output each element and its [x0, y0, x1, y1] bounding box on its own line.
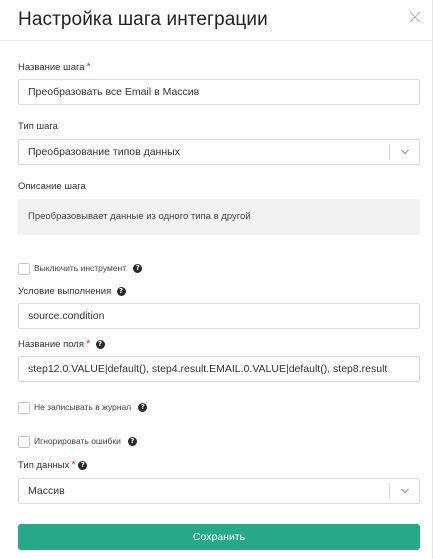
required-mark: *: [86, 61, 91, 73]
ignore-errors-label: Игнорировать ошибки ?: [34, 436, 137, 447]
step-name-input[interactable]: Преобразовать все Email в Массив: [18, 79, 420, 105]
required-mark: *: [71, 459, 76, 471]
step-type-select[interactable]: Преобразование типов данных: [18, 139, 420, 165]
step-type-label: Тип шага: [18, 121, 58, 132]
select-separator: [389, 483, 390, 499]
select-separator: [389, 144, 390, 160]
chevron-down-icon[interactable]: [400, 486, 410, 496]
no-log-label-text: Не записывать в журнал: [34, 402, 132, 412]
help-icon[interactable]: ?: [127, 437, 137, 447]
chevron-down-icon[interactable]: [400, 147, 410, 157]
ignore-errors-checkbox[interactable]: [18, 436, 30, 448]
disable-tool-label-text: Выключить инструмент: [34, 263, 127, 273]
close-icon[interactable]: [406, 8, 424, 26]
dialog-header: Настройка шага интеграции: [0, 0, 433, 41]
condition-label: Условие выполнения ?: [18, 286, 126, 297]
step-name-label-text: Название шага: [18, 62, 85, 73]
integration-step-dialog: Настройка шага интеграции Название шага *…: [0, 0, 433, 559]
step-type-value: Преобразование типов данных: [28, 146, 180, 158]
ignore-errors-label-text: Игнорировать ошибки: [34, 436, 121, 446]
no-log-label: Не записывать в журнал ?: [34, 402, 148, 413]
step-name-label: Название шага *: [18, 61, 91, 73]
help-icon[interactable]: ?: [95, 339, 105, 349]
step-description-label: Описание шага: [18, 181, 86, 192]
disable-tool-checkbox[interactable]: [18, 263, 30, 275]
save-button[interactable]: Сохранить: [18, 524, 420, 550]
data-type-select[interactable]: Массив: [18, 478, 420, 504]
field-name-label: Название поля * ?: [18, 338, 105, 350]
help-icon[interactable]: ?: [116, 286, 126, 296]
help-icon[interactable]: ?: [138, 403, 148, 413]
condition-label-text: Условие выполнения: [18, 286, 112, 297]
condition-input[interactable]: source.condition: [18, 303, 420, 329]
field-name-input[interactable]: step12.0.VALUE|default(), step4.result.E…: [18, 356, 420, 382]
dialog-title: Настройка шага интеграции: [18, 9, 268, 30]
help-icon[interactable]: ?: [133, 264, 143, 274]
data-type-value: Массив: [28, 485, 65, 497]
step-description: Преобразовывает данные из одного типа в …: [18, 199, 420, 235]
no-log-checkbox[interactable]: [18, 402, 30, 414]
disable-tool-label: Выключить инструмент ?: [34, 263, 143, 274]
required-mark: *: [86, 338, 91, 350]
data-type-label-text: Тип данных: [18, 460, 70, 471]
help-icon[interactable]: ?: [78, 460, 88, 470]
data-type-label: Тип данных * ?: [18, 459, 88, 471]
field-name-label-text: Название поля: [18, 339, 84, 350]
